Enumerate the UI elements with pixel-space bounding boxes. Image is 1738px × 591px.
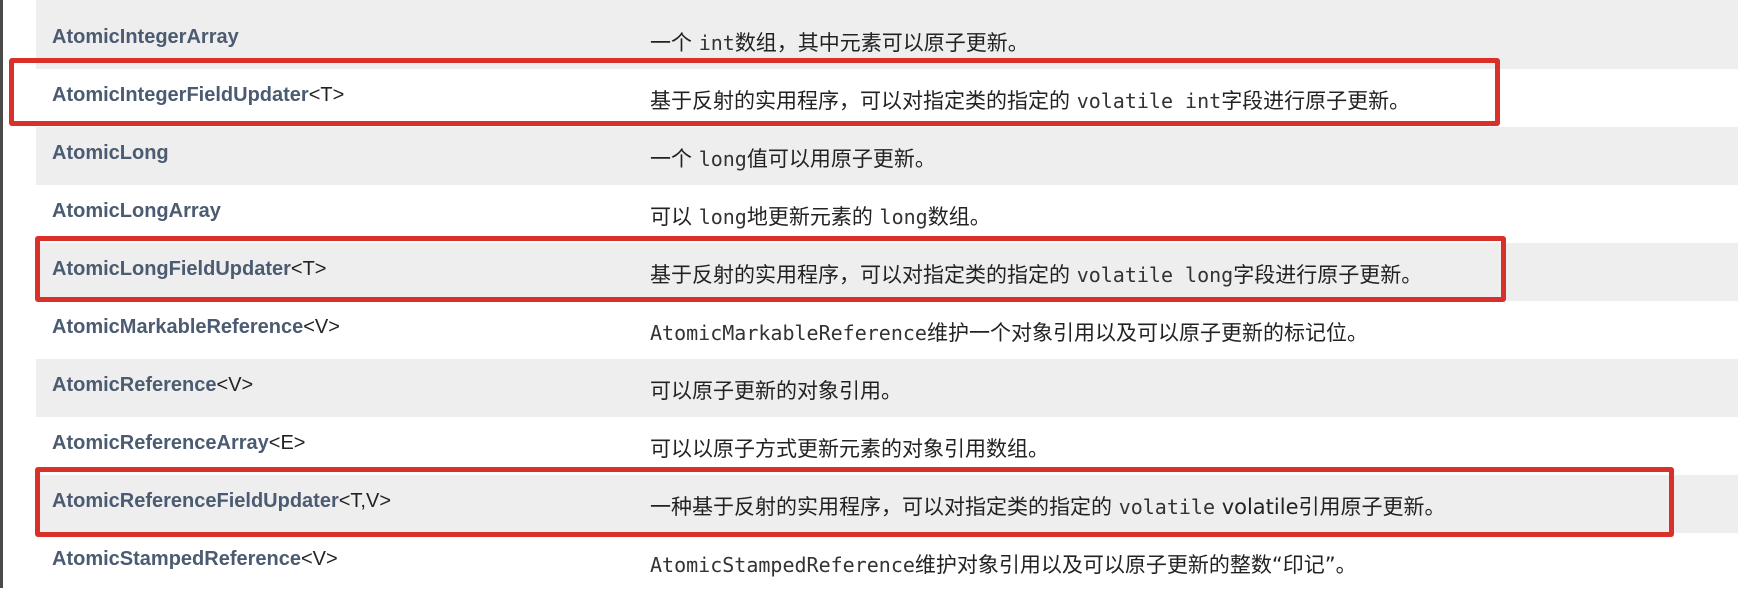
class-link[interactable]: AtomicReferenceArray — [52, 432, 269, 454]
description-cell: 一个 long值可以用原子更新。 — [650, 145, 936, 173]
class-link[interactable]: AtomicMarkableReference — [52, 316, 303, 338]
class-link[interactable]: AtomicIntegerArray — [52, 26, 239, 48]
description-text: 地更新元素的 — [746, 205, 880, 229]
description-text: 值可以用原子更新。 — [746, 147, 936, 171]
description-code: AtomicMarkableReference — [650, 321, 927, 345]
class-link[interactable]: AtomicReference — [52, 374, 217, 396]
description-cell: 一个 int数组，其中元素可以原子更新。 — [650, 29, 1029, 57]
description-text: 基于反射的实用程序，可以对指定类的指定的 — [650, 263, 1077, 287]
description-cell: 可以原子更新的对象引用。 — [650, 377, 902, 405]
description-cell: 可以以原子方式更新元素的对象引用数组。 — [650, 435, 1049, 463]
class-link[interactable]: AtomicLongArray — [52, 200, 221, 222]
description-cell: 基于反射的实用程序，可以对指定类的指定的 volatile long字段进行原子… — [650, 261, 1422, 289]
class-generic: <V> — [303, 316, 340, 338]
description-code: int — [698, 31, 735, 55]
class-cell: AtomicLongArray — [52, 199, 221, 223]
description-code: volatile int — [1076, 89, 1222, 113]
description-code: long — [698, 147, 747, 171]
table-row: AtomicIntegerArray 一个 int数组，其中元素可以原子更新。 — [36, 11, 1738, 69]
class-cell: AtomicReferenceFieldUpdater<T,V> — [52, 489, 391, 513]
description-text: 一个 — [650, 147, 699, 171]
class-cell: AtomicIntegerArray — [52, 25, 239, 49]
table-row: AtomicStampedReference<V> AtomicStampedR… — [36, 533, 1738, 591]
description-cell: 可以 long地更新元素的 long数组。 — [650, 203, 991, 231]
description-code: volatile long — [1076, 263, 1234, 287]
class-generic: <T,V> — [338, 490, 392, 512]
description-text: 可以原子更新的对象引用。 — [650, 379, 902, 403]
class-cell: AtomicStampedReference<V> — [52, 547, 338, 571]
description-text: 数组，其中元素可以原子更新。 — [734, 31, 1029, 55]
class-link[interactable]: AtomicIntegerFieldUpdater — [52, 84, 309, 106]
description-code: AtomicStampedReference — [650, 553, 915, 577]
description-text: 基于反射的实用程序，可以对指定类的指定的 — [650, 89, 1077, 113]
class-link[interactable]: AtomicReferenceFieldUpdater — [52, 490, 339, 512]
description-code: volatile — [1118, 495, 1216, 519]
description-cell: AtomicStampedReference维护对象引用以及可以原子更新的整数“… — [650, 551, 1357, 579]
class-generic: <T> — [308, 84, 345, 106]
table-row: AtomicLongFieldUpdater<T> 基于反射的实用程序，可以对指… — [36, 243, 1738, 301]
table-row: AtomicReferenceFieldUpdater<T,V> 一种基于反射的… — [36, 475, 1738, 533]
class-cell: AtomicIntegerFieldUpdater<T> — [52, 83, 344, 107]
description-text: 数组。 — [927, 205, 991, 229]
left-border — [0, 0, 3, 588]
description-cell: AtomicMarkableReference维护一个对象引用以及可以原子更新的… — [650, 319, 1368, 347]
table-top-strip — [36, 0, 1738, 11]
class-link[interactable]: AtomicLong — [52, 142, 169, 164]
class-generic: <E> — [268, 432, 306, 454]
class-cell: AtomicMarkableReference<V> — [52, 315, 340, 339]
description-text: 一种基于反射的实用程序，可以对指定类的指定的 — [650, 495, 1119, 519]
description-text: 可以以原子方式更新元素的对象引用数组。 — [650, 437, 1049, 461]
table-row: AtomicReferenceArray<E> 可以以原子方式更新元素的对象引用… — [36, 417, 1738, 475]
description-text: 维护对象引用以及可以原子更新的整数“印记”。 — [914, 553, 1357, 577]
description-text: 一个 — [650, 31, 699, 55]
table-row: AtomicReference<V> 可以原子更新的对象引用。 — [36, 359, 1738, 417]
table-row: AtomicIntegerFieldUpdater<T> 基于反射的实用程序，可… — [36, 69, 1738, 127]
description-cell: 一种基于反射的实用程序，可以对指定类的指定的 volatile volatile… — [650, 493, 1446, 521]
table-row: AtomicMarkableReference<V> AtomicMarkabl… — [36, 301, 1738, 359]
class-link[interactable]: AtomicLongFieldUpdater — [52, 258, 291, 280]
description-code: long — [698, 205, 747, 229]
class-generic: <T> — [290, 258, 327, 280]
description-text: volatile引用原子更新。 — [1215, 495, 1446, 519]
table-row: AtomicLongArray 可以 long地更新元素的 long数组。 — [36, 185, 1738, 243]
class-cell: AtomicLong — [52, 141, 169, 165]
description-text: 维护一个对象引用以及可以原子更新的标记位。 — [926, 321, 1368, 345]
class-generic: <V> — [300, 548, 338, 570]
class-link[interactable]: AtomicStampedReference — [52, 548, 301, 570]
description-text: 字段进行原子更新。 — [1233, 263, 1423, 287]
class-cell: AtomicLongFieldUpdater<T> — [52, 257, 326, 281]
description-cell: 基于反射的实用程序，可以对指定类的指定的 volatile int字段进行原子更… — [650, 87, 1410, 115]
description-code: long — [879, 205, 928, 229]
description-text: 字段进行原子更新。 — [1221, 89, 1411, 113]
class-cell: AtomicReference<V> — [52, 373, 253, 397]
class-summary-table: AtomicIntegerArray 一个 int数组，其中元素可以原子更新。 … — [36, 0, 1738, 591]
description-text: 可以 — [650, 205, 699, 229]
class-generic: <V> — [216, 374, 254, 396]
class-cell: AtomicReferenceArray<E> — [52, 431, 305, 455]
table-row: AtomicLong 一个 long值可以用原子更新。 — [36, 127, 1738, 185]
